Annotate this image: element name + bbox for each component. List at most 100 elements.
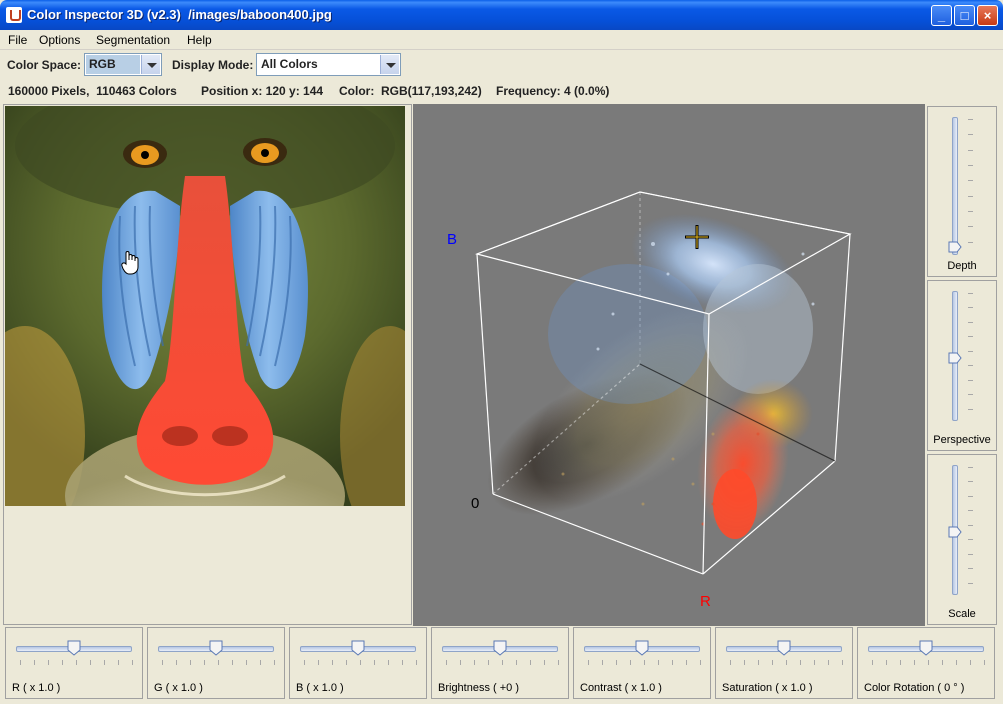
slider-tick — [90, 660, 91, 665]
slider-tick — [968, 408, 973, 410]
slider-tick — [984, 660, 985, 665]
slider-tick — [374, 660, 375, 665]
color-rotation-slider-thumb[interactable] — [919, 640, 933, 656]
slider-tick — [900, 660, 901, 665]
color-3d-view[interactable]: B 0 R — [413, 104, 925, 626]
contrast-slider-label: Contrast ( x 1.0 ) — [580, 682, 662, 694]
dropdown-arrow-icon[interactable] — [380, 55, 399, 74]
red-slider-panel: R ( x 1.0 ) — [5, 627, 143, 699]
frequency-value: Frequency: 4 (0.0%) — [496, 84, 610, 98]
slider-tick — [968, 226, 973, 228]
slider-tick — [886, 660, 887, 665]
slider-tick — [968, 307, 973, 309]
color-space-value: RGB — [86, 55, 140, 74]
slider-tick — [104, 660, 105, 665]
perspective-slider-thumb[interactable] — [948, 352, 962, 364]
slider-tick — [968, 165, 973, 166]
slider-tick — [968, 195, 973, 197]
slider-tick — [162, 660, 163, 665]
brightness-slider-thumb[interactable] — [493, 640, 507, 656]
close-button[interactable]: × — [977, 5, 998, 26]
java-app-icon — [6, 7, 22, 23]
color-point-cloud — [487, 213, 815, 539]
menu-options[interactable]: Options — [39, 33, 80, 47]
slider-tick — [218, 660, 219, 665]
saturation-slider-thumb[interactable] — [777, 640, 791, 656]
slider-tick — [402, 660, 403, 665]
color-rotation-slider-panel: Color Rotation ( 0 ° ) — [857, 627, 995, 699]
slider-tick — [686, 660, 687, 665]
slider-tick — [190, 660, 191, 665]
color-space-label: Color Space: — [7, 58, 82, 72]
brightness-slider-label: Brightness ( +0 ) — [438, 682, 520, 694]
slider-tick — [616, 660, 617, 665]
slider-tick — [346, 660, 347, 665]
red-slider-thumb[interactable] — [67, 640, 81, 656]
depth-label: Depth — [947, 260, 977, 272]
slider-tick — [602, 660, 603, 665]
dropdown-arrow-icon[interactable] — [141, 55, 160, 74]
scale-slider-panel: Scale — [927, 454, 997, 625]
slider-tick — [48, 660, 49, 665]
slider-tick — [772, 660, 773, 665]
slider-tick — [232, 660, 233, 665]
slider-tick — [968, 350, 973, 352]
green-slider-thumb[interactable] — [209, 640, 223, 656]
slider-tick — [730, 660, 731, 665]
slider-tick — [968, 149, 973, 151]
depth-slider-thumb[interactable] — [948, 241, 962, 253]
slider-tick — [644, 660, 645, 665]
slider-tick — [388, 660, 389, 665]
contrast-slider-thumb[interactable] — [635, 640, 649, 656]
slider-tick — [968, 119, 973, 120]
slider-tick — [942, 660, 943, 665]
slider-tick — [672, 660, 673, 665]
slider-tick — [502, 660, 503, 665]
slider-tick — [786, 660, 787, 665]
slider-tick — [968, 495, 973, 497]
perspective-slider-panel: Perspective — [927, 280, 997, 451]
display-mode-select[interactable]: All Colors — [256, 53, 401, 76]
saturation-slider-label: Saturation ( x 1.0 ) — [722, 682, 813, 694]
slider-tick — [516, 660, 517, 665]
perspective-label: Perspective — [933, 434, 991, 446]
saturation-slider-panel: Saturation ( x 1.0 ) — [715, 627, 853, 699]
slider-tick — [968, 211, 973, 212]
slider-tick — [274, 660, 275, 665]
slider-tick — [968, 568, 973, 570]
depth-slider-track[interactable] — [952, 117, 958, 255]
slider-tick — [968, 539, 973, 541]
slider-tick — [658, 660, 659, 665]
color-rotation-slider-label: Color Rotation ( 0 ° ) — [864, 682, 965, 694]
slider-tick — [744, 660, 745, 665]
slider-tick — [118, 660, 119, 665]
depth-slider-panel: Depth — [927, 106, 997, 277]
minimize-button[interactable]: _ — [931, 5, 952, 26]
slider-tick — [968, 553, 973, 555]
toolbar: Color Space: RGB Display Mode: All Color… — [0, 51, 1003, 78]
slider-tick — [968, 394, 973, 396]
slider-tick — [700, 660, 701, 665]
slider-tick — [968, 365, 973, 367]
title-bar[interactable]: Color Inspector 3D (v2.3) /images/baboon… — [0, 0, 1003, 30]
blue-slider-thumb[interactable] — [351, 640, 365, 656]
slider-tick — [544, 660, 545, 665]
slider-tick — [446, 660, 447, 665]
color-space-select[interactable]: RGB — [84, 53, 162, 76]
menu-help[interactable]: Help — [187, 33, 212, 47]
blue-slider-label: B ( x 1.0 ) — [296, 682, 344, 694]
red-slider-label: R ( x 1.0 ) — [12, 682, 61, 694]
menu-file[interactable]: File — [8, 33, 27, 47]
slider-tick — [176, 660, 177, 665]
slider-tick — [970, 660, 971, 665]
menu-segmentation[interactable]: Segmentation — [96, 33, 170, 47]
slider-tick — [956, 660, 957, 665]
slider-tick — [968, 293, 973, 294]
baboon-image[interactable] — [5, 106, 405, 506]
slider-tick — [968, 321, 973, 323]
slider-tick — [914, 660, 915, 665]
slider-tick — [132, 660, 133, 665]
slider-tick — [968, 336, 973, 338]
maximize-button[interactable]: □ — [954, 5, 975, 26]
scale-slider-thumb[interactable] — [948, 526, 962, 538]
